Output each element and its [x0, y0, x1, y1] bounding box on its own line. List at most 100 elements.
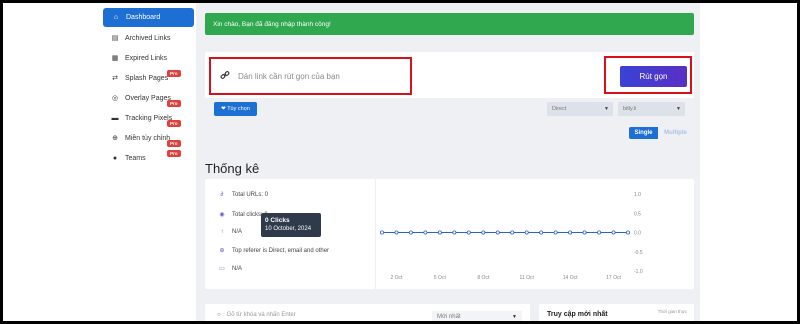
stat-text: Top referer is Direct, email and other [232, 247, 330, 254]
redirect-select-value: Direct [552, 106, 567, 112]
sidebar-top-accent [103, 0, 193, 3]
shorten-button[interactable]: Rút gọn [620, 66, 687, 87]
mode-multiple-tab[interactable]: Multiple [658, 127, 693, 139]
sidebar-item-label: Teams [125, 154, 146, 162]
success-alert: Xin chào, Bạn đã đăng nhập thành công! [205, 13, 694, 35]
clicks-line-chart: 1.0 0.5 0.0 -0.5 -1.0 2 Oct 5 Oct 8 Oct 11 Oct 14… [380, 192, 643, 281]
data-point[interactable] [611, 230, 616, 235]
splash-icon: ⇄ [112, 75, 118, 82]
pro-badge: Pro [167, 70, 181, 77]
x-tick-label: 2 Oct [390, 275, 403, 281]
recent-visits-card: Truy cập mới nhất Thời gian thực [539, 304, 694, 324]
sidebar-item-expired-links[interactable]: ▦ Expired Links [100, 48, 196, 68]
x-tick-label: 11 Oct [520, 275, 535, 281]
stat-row-location: ↑ N/A [217, 229, 243, 235]
data-point[interactable] [423, 230, 428, 235]
redirect-select[interactable]: Direct ▼ [547, 102, 613, 116]
y-tick-label: 0.5 [634, 211, 641, 217]
data-point[interactable] [466, 230, 471, 235]
x-tick-label: 17 Oct [606, 275, 621, 281]
x-tick-label: 14 Oct [563, 275, 578, 281]
data-point[interactable] [625, 230, 630, 235]
stat-text: N/A [232, 229, 243, 235]
links-search-card: ○ Gõ từ khóa và nhấn Enter Mới nhất ▼ [205, 304, 530, 324]
data-point[interactable] [495, 230, 500, 235]
data-point[interactable] [582, 230, 587, 235]
caret-down-icon: ▼ [512, 314, 517, 320]
sort-select-value: Mới nhất [437, 314, 461, 320]
link-icon [220, 70, 230, 83]
sidebar-item-archived-links[interactable]: ▤ Archived Links [100, 28, 196, 48]
data-point[interactable] [394, 230, 399, 235]
chart-tooltip: 0 Clicks 10 October, 2024 [261, 213, 321, 237]
recent-visits-sub: Thời gian thực [657, 309, 687, 314]
stats-title: Thống kê [205, 161, 260, 176]
data-point[interactable] [481, 230, 486, 235]
data-point[interactable] [510, 230, 515, 235]
alert-text: Xin chào, Bạn đã đăng nhập thành công! [213, 20, 331, 28]
sidebar-item-label: Expired Links [125, 54, 168, 62]
data-point[interactable] [597, 230, 602, 235]
eye-icon: ◉ [219, 212, 225, 218]
y-tick-label: 1.0 [634, 192, 641, 198]
stat-row-device: ▭ N/A [217, 265, 242, 273]
overlay-icon: ◎ [111, 95, 119, 102]
search-placeholder: Gõ từ khóa và nhấn Enter [226, 312, 296, 318]
sidebar-item-custom-domains[interactable]: ⊕ Miền tùy chỉnh Pro [100, 128, 196, 148]
home-icon: ⌂ [113, 14, 119, 21]
data-point[interactable] [539, 230, 544, 235]
domain-select[interactable]: bitly.li ▼ [618, 102, 685, 116]
pro-badge: Pro [167, 150, 181, 157]
sidebar-item-dashboard[interactable]: ⌂ Dashboard [103, 8, 194, 27]
pro-badge: Pro [167, 140, 181, 147]
sidebar-item-label: Dashboard [126, 14, 161, 21]
recent-visits-title: Truy cập mới nhất [547, 311, 608, 318]
search-icon: ○ [217, 312, 221, 318]
x-tick-label: 5 Oct [434, 275, 447, 281]
y-tick-label: -0.5 [634, 250, 643, 256]
sidebar-item-splash-pages[interactable]: ⇄ Splash Pages Pro [100, 68, 196, 88]
globe-icon: ⊕ [219, 248, 225, 254]
user-icon: ● [112, 154, 118, 162]
domain-select-value: bitly.li [623, 106, 637, 112]
links-search-input[interactable]: ○ Gõ từ khóa và nhấn Enter [217, 312, 296, 318]
pro-badge: Pro [167, 100, 181, 107]
data-point[interactable] [437, 230, 442, 235]
data-point[interactable] [524, 230, 529, 235]
calendar-icon: ▦ [111, 55, 119, 62]
caret-down-icon: ▼ [604, 106, 609, 112]
url-input[interactable] [238, 71, 388, 81]
shorten-button-box: Rút gọn [604, 56, 692, 94]
stat-text: Total URLs: 0 [232, 192, 269, 198]
archive-icon: ▤ [111, 35, 119, 42]
sidebar-item-tracking-pixels[interactable]: ▬ Tracking Pixels Pro [100, 108, 196, 128]
sidebar-item-label: Archived Links [125, 34, 171, 42]
link-icon: ∂ [220, 192, 224, 198]
sidebar-item-label: Tracking Pixels [125, 114, 173, 122]
main-content: Xin chào, Bạn đã đăng nhập thành công! R… [196, 0, 700, 324]
x-tick-label: 8 Oct [477, 275, 490, 281]
sidebar-item-label: Overlay Pages [125, 94, 171, 102]
caret-down-icon: ▼ [676, 106, 681, 112]
tooltip-date: 10 October, 2024 [265, 226, 312, 232]
data-point[interactable] [452, 230, 457, 235]
sidebar-item-label: Splash Pages [125, 74, 169, 82]
y-tick-label: 0.0 [634, 231, 641, 237]
monitor-icon: ▭ [219, 266, 225, 272]
sidebar-item-overlay-pages[interactable]: ◎ Overlay Pages Pro [100, 88, 196, 108]
data-point[interactable] [380, 230, 385, 235]
data-point[interactable] [568, 230, 573, 235]
sort-select[interactable]: Mới nhất ▼ [432, 311, 522, 324]
options-button[interactable]: ❤ Tùy chọn [214, 102, 257, 116]
sidebar-item-teams[interactable]: ● Teams Pro [100, 148, 196, 168]
globe-icon: ⊕ [112, 135, 118, 142]
stat-row-referer: ⊕ Top referer is Direct, email and other [217, 247, 330, 255]
y-tick-label: -1.0 [634, 269, 643, 275]
mode-single-tab[interactable]: Single [629, 127, 658, 139]
data-point[interactable] [408, 230, 413, 235]
pixel-icon: ▬ [111, 114, 119, 122]
tooltip-clicks: 0 Clicks [265, 217, 290, 224]
data-point[interactable] [553, 230, 558, 235]
pro-badge: Pro [167, 120, 181, 127]
url-input-box[interactable] [209, 57, 412, 95]
